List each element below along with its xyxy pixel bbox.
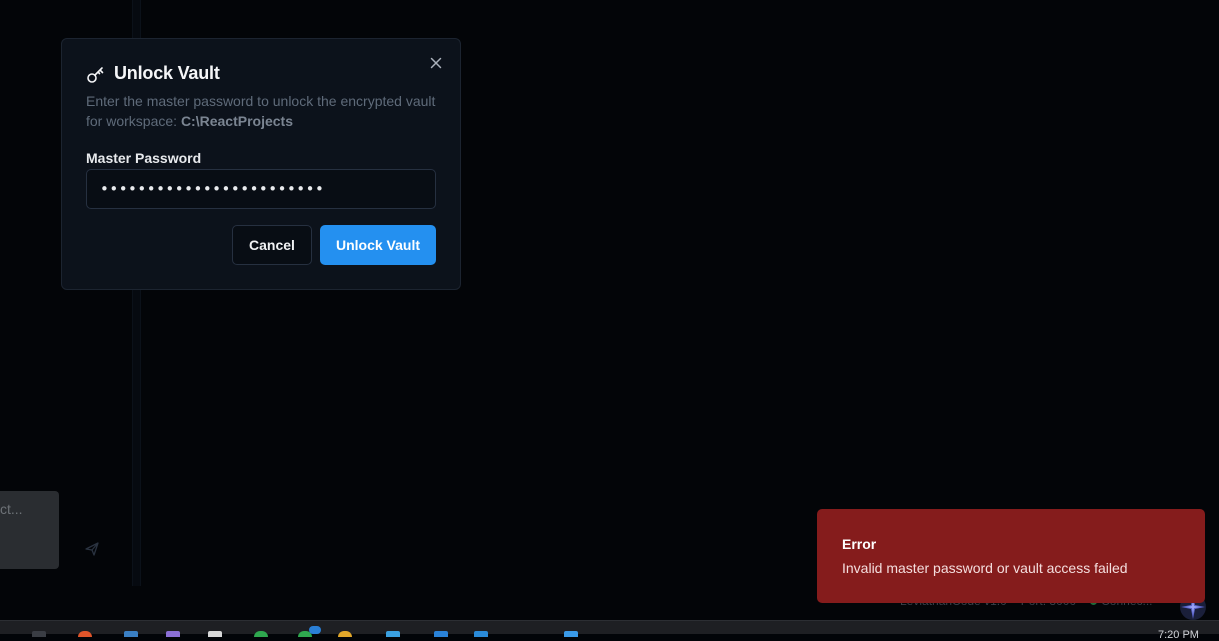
notification-badge [309, 626, 321, 634]
key-icon [87, 66, 104, 83]
password-label: Master Password [86, 150, 202, 166]
taskbar-app-icon[interactable] [564, 631, 578, 637]
taskbar-app-icon[interactable] [474, 631, 488, 637]
workspace-path: C:\ReactProjects [180, 113, 293, 129]
taskbar-app-icon[interactable] [78, 631, 92, 637]
app-background: ct... LeviathanCode v1.0 Port: 3000 Conn… [0, 0, 1219, 620]
taskbar-app-icon[interactable] [32, 631, 46, 637]
master-password-input[interactable] [86, 169, 436, 209]
taskbar-app-icon[interactable] [434, 631, 448, 637]
dialog-title: Unlock Vault [114, 63, 220, 83]
toast-title: Error [842, 536, 877, 552]
taskbar-app-icon[interactable] [124, 631, 138, 637]
unlock-vault-dialog: Unlock Vault Enter the master password t… [61, 38, 461, 290]
taskbar-clock[interactable]: 7:20 PM [1158, 629, 1199, 641]
error-toast[interactable]: Error Invalid master password or vault a… [817, 509, 1205, 603]
chat-input[interactable]: ct... [0, 491, 59, 569]
taskbar-app-icon[interactable] [208, 631, 222, 637]
cancel-button[interactable]: Cancel [232, 225, 312, 265]
taskbar-app-icon[interactable] [386, 631, 400, 637]
taskbar-app-icon[interactable] [338, 631, 352, 637]
taskbar-app-icon[interactable] [166, 631, 180, 637]
dialog-description: Enter the master password to unlock the … [86, 91, 436, 131]
chat-input-placeholder: ct... [0, 501, 23, 517]
dialog-header: Unlock Vault [86, 63, 220, 84]
os-taskbar: 7:20 PM [0, 620, 1219, 641]
toast-message: Invalid master password or vault access … [842, 560, 1128, 576]
unlock-vault-button[interactable]: Unlock Vault [320, 225, 436, 265]
send-icon[interactable] [84, 541, 100, 557]
close-icon[interactable] [428, 55, 444, 71]
taskbar-app-icon[interactable] [254, 631, 268, 637]
